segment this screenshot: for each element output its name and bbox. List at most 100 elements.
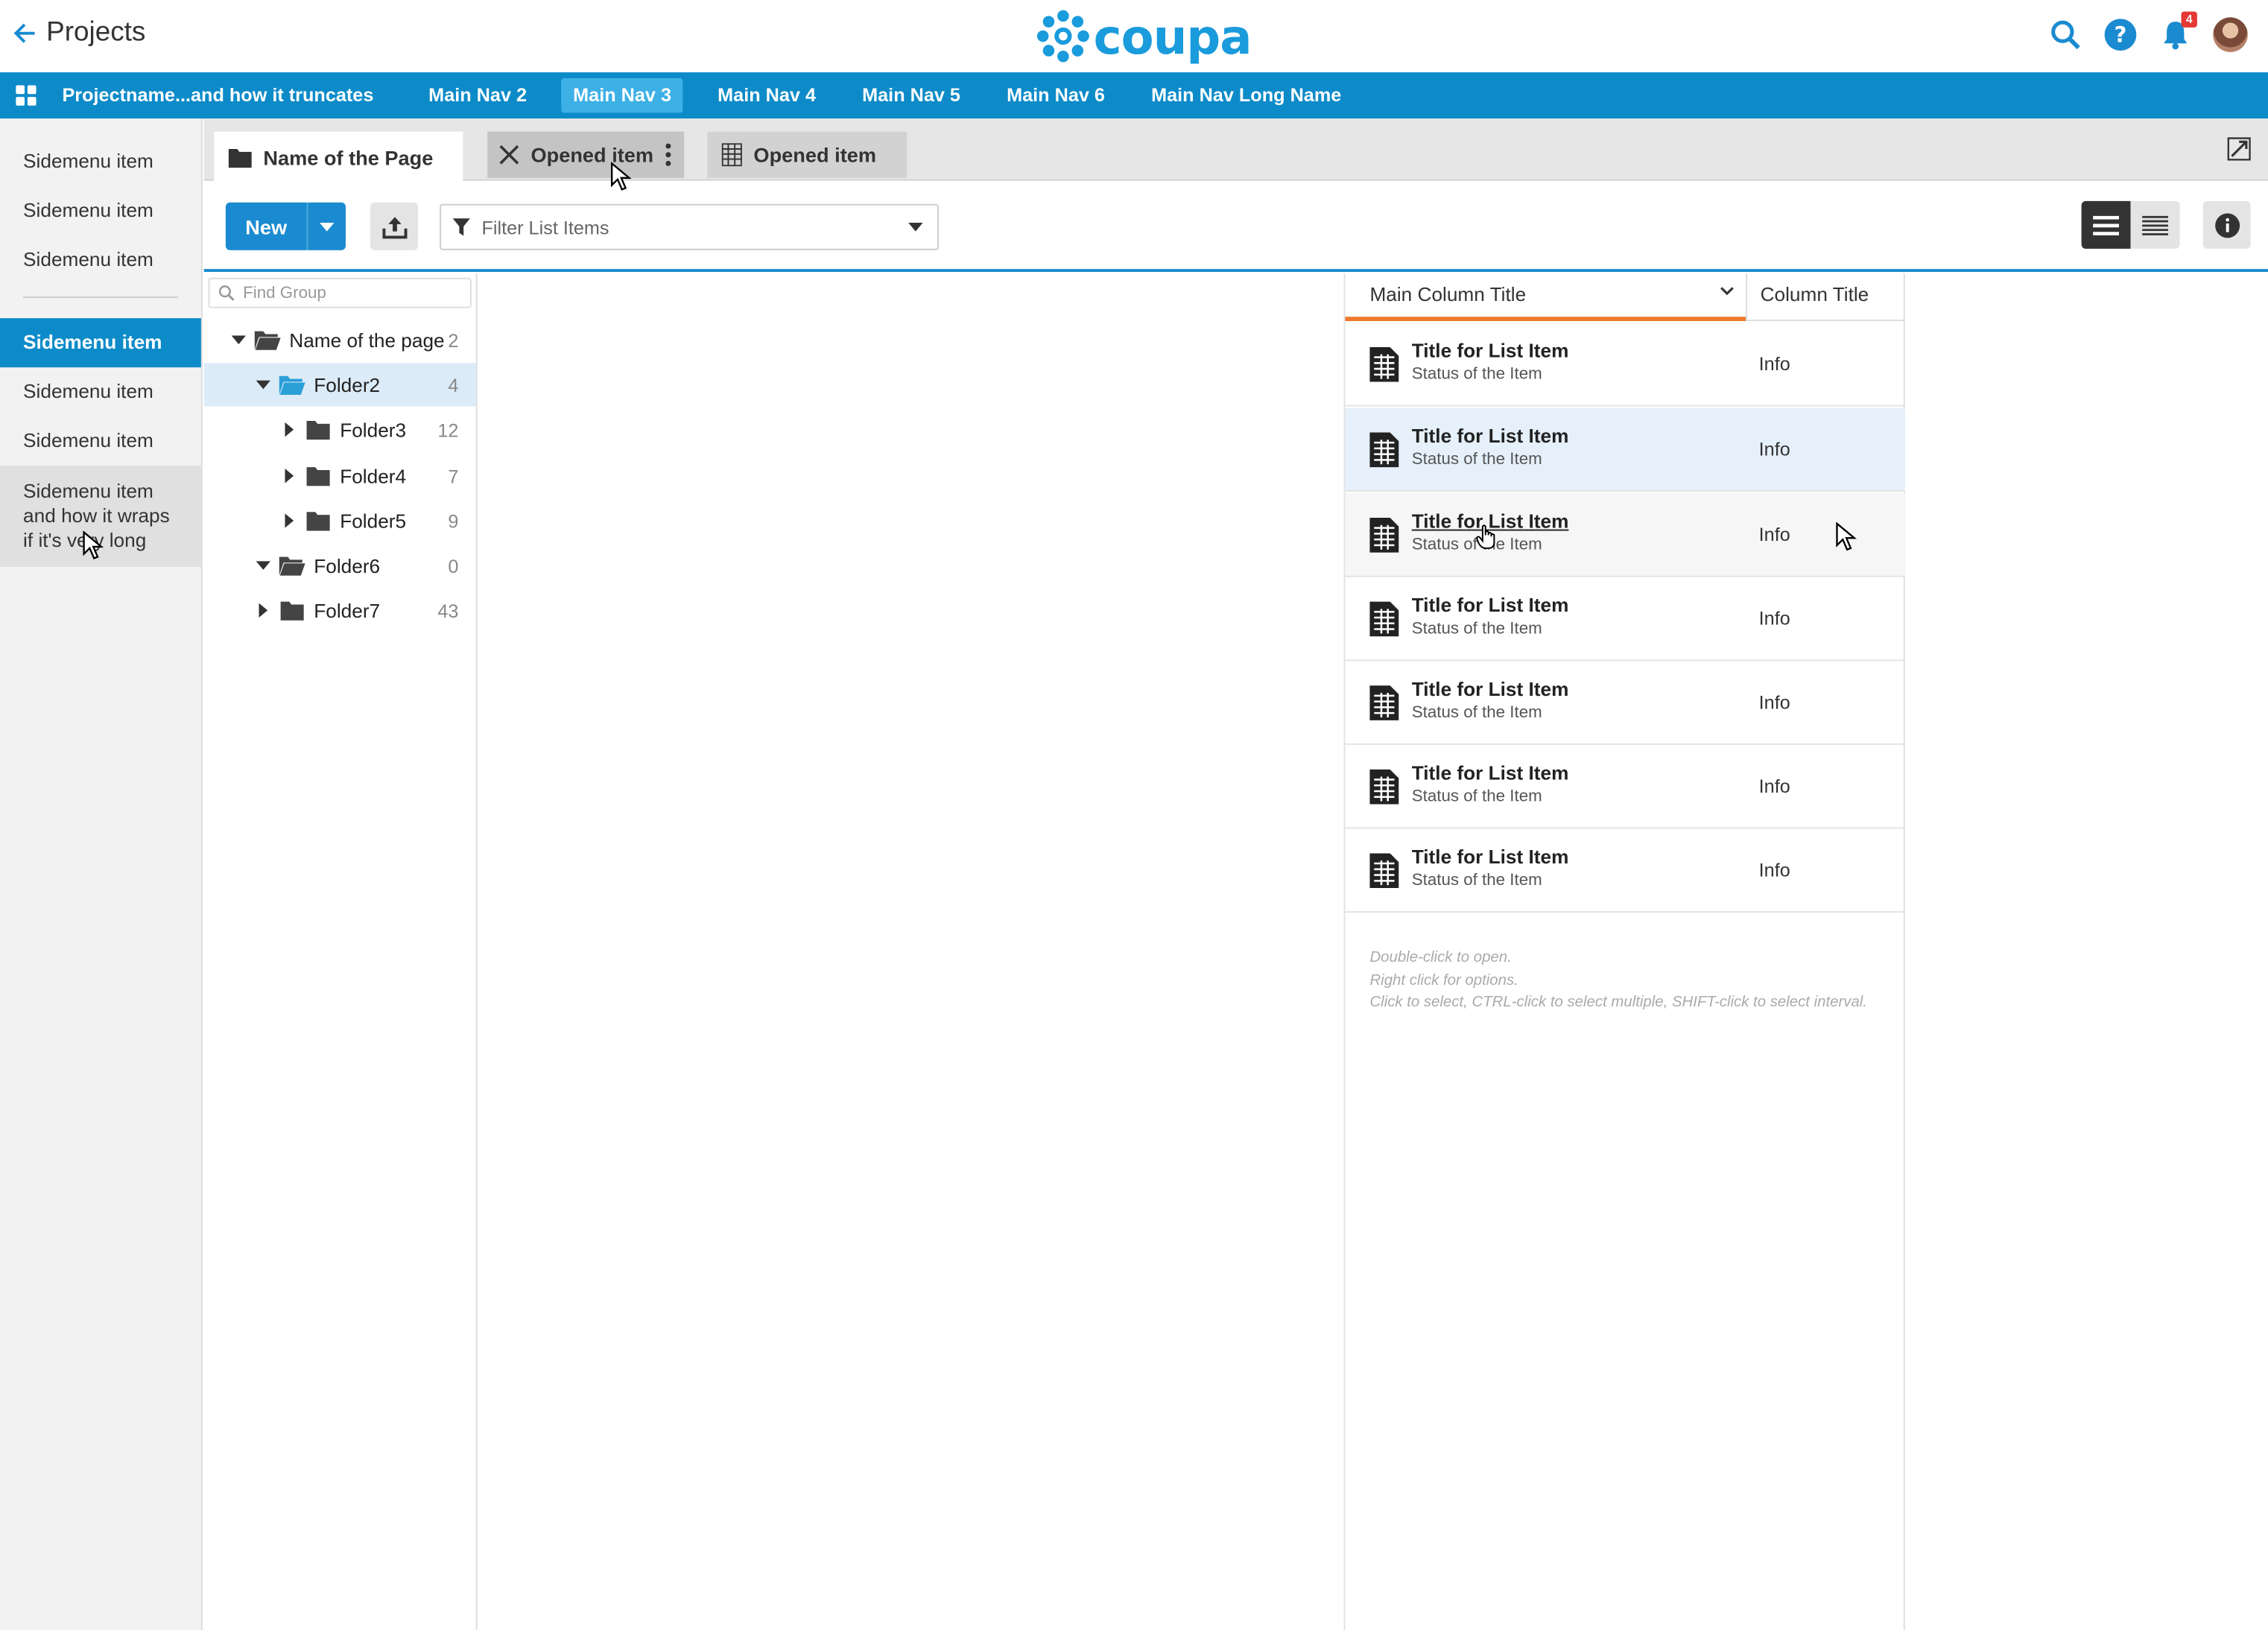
folder-open-icon	[254, 331, 281, 350]
apps-grid-icon[interactable]	[0, 72, 52, 118]
main-nav-6[interactable]: Main Nav 6	[995, 78, 1117, 113]
list-item-hovered[interactable]: Title for List Item Status of the Item I…	[1345, 493, 1905, 577]
list-item-title[interactable]: Title for List Item	[1412, 510, 1569, 532]
tab-label: Opened item	[530, 143, 654, 167]
sidemenu-item-wrapping[interactable]: Sidemenu item and how it wraps if it's v…	[0, 466, 201, 568]
tree-node[interactable]: Folder7 43	[204, 589, 476, 632]
hint-line: Click to select, CTRL-click to select mu…	[1369, 993, 1868, 1012]
list-item-info: Info	[1758, 859, 1790, 881]
item-list: Main Column Title Column Title Title for…	[1343, 273, 1905, 1630]
tab-opened-item[interactable]: Opened item	[487, 131, 685, 178]
upload-button[interactable]	[370, 202, 419, 250]
list-item[interactable]: Title for List Item Status of the Item I…	[1345, 745, 1905, 829]
notifications-icon[interactable]: 4	[2158, 11, 2197, 52]
list-item-status: Status of the Item	[1411, 536, 1542, 554]
tree-node-label: Folder2	[314, 373, 381, 396]
folder-icon	[306, 467, 330, 486]
sidemenu-item[interactable]: Sidemenu item	[0, 235, 201, 285]
list-item-status: Status of the Item	[1411, 451, 1542, 469]
list-item-title[interactable]: Title for List Item	[1412, 425, 1569, 447]
tree-node[interactable]: Folder3 12	[204, 408, 476, 451]
tree-node-label: Folder5	[340, 510, 407, 532]
caret-down-icon[interactable]	[253, 375, 273, 395]
coupa-logo[interactable]: coupa	[1036, 7, 1252, 66]
logo-text: coupa	[1093, 7, 1252, 65]
compact-view-button[interactable]	[2130, 200, 2180, 249]
tree-node[interactable]: Folder5 9	[204, 499, 476, 542]
chevron-down-icon[interactable]	[908, 222, 923, 232]
tab-bar: Name of the Page Opened item Opened item	[203, 118, 2268, 183]
folder-icon	[306, 512, 330, 531]
list-item-title[interactable]: Title for List Item	[1412, 679, 1569, 700]
avatar[interactable]	[2213, 17, 2248, 52]
list-item-status: Status of the Item	[1411, 788, 1542, 806]
spreadsheet-icon	[1369, 769, 1399, 805]
help-icon[interactable]: ?	[2103, 17, 2138, 52]
main-nav-4[interactable]: Main Nav 4	[706, 78, 828, 113]
folder-icon	[228, 148, 252, 168]
top-bar: Projects coupa ? 4	[0, 0, 2268, 73]
sidemenu-item[interactable]: Sidemenu item	[0, 416, 201, 466]
maximize-icon[interactable]	[2227, 137, 2251, 161]
main-nav-2[interactable]: Main Nav 2	[417, 78, 539, 113]
spreadsheet-icon	[1369, 432, 1399, 468]
list-icon	[2093, 215, 2120, 235]
tree-node-count: 2	[448, 329, 459, 351]
find-group-input[interactable]: Find Group	[208, 277, 472, 308]
caret-down-icon[interactable]	[253, 556, 273, 576]
main-column-header[interactable]: Main Column Title	[1345, 273, 1746, 321]
list-view-button[interactable]	[2081, 200, 2131, 249]
sidemenu-item[interactable]: Sidemenu item	[0, 137, 201, 186]
folder-icon	[306, 420, 330, 440]
folder-tree: Find Group Name of the page 2 Folder2 4 …	[203, 273, 478, 1630]
tree-node-selected[interactable]: Folder2 4	[203, 363, 476, 407]
list-item[interactable]: Title for List Item Status of the Item I…	[1345, 828, 1905, 913]
list-item[interactable]: Title for List Item Status of the Item I…	[1345, 323, 1905, 407]
tree-node-label: Folder3	[340, 419, 407, 441]
list-item-selected[interactable]: Title for List Item Status of the Item I…	[1345, 408, 1905, 492]
list-item-info: Info	[1758, 438, 1790, 460]
tree-node[interactable]: Name of the page 2	[204, 318, 476, 361]
caret-right-icon[interactable]	[279, 466, 300, 486]
caret-right-icon[interactable]	[279, 419, 300, 440]
main-nav-5[interactable]: Main Nav 5	[851, 78, 972, 113]
new-button[interactable]: New	[225, 202, 346, 250]
info-button[interactable]	[2202, 200, 2251, 249]
tree-node-count: 12	[437, 419, 459, 441]
tab-opened-item-2[interactable]: Opened item	[707, 131, 907, 178]
caret-down-icon[interactable]	[229, 330, 249, 350]
column-header[interactable]: Column Title	[1746, 273, 1905, 321]
caret-right-icon[interactable]	[253, 600, 273, 621]
chevron-down-icon[interactable]	[1720, 286, 1734, 296]
tab-page[interactable]: Name of the Page	[214, 131, 463, 183]
list-item-title[interactable]: Title for List Item	[1412, 846, 1569, 868]
spreadsheet-icon	[1369, 601, 1399, 637]
sidemenu-item-active[interactable]: Sidemenu item	[0, 318, 201, 368]
back-link[interactable]: Projects	[12, 17, 146, 49]
spreadsheet-icon	[1369, 346, 1399, 382]
filter-input[interactable]: Filter List Items	[440, 203, 939, 250]
main-nav-3[interactable]: Main Nav 3	[561, 77, 683, 113]
hint-line: Right click for options.	[1369, 971, 1518, 989]
sidemenu-item[interactable]: Sidemenu item	[0, 186, 201, 235]
tree-node[interactable]: Folder6 0	[204, 544, 476, 587]
main-nav-project[interactable]: Projectname...and how it truncates	[51, 78, 385, 113]
back-label: Projects	[46, 17, 146, 48]
more-vertical-icon[interactable]	[665, 143, 671, 166]
caret-right-icon[interactable]	[279, 510, 300, 530]
info-icon	[2214, 212, 2240, 238]
toolbar: New Filter List Items	[203, 180, 2268, 272]
chevron-down-icon[interactable]	[306, 202, 346, 250]
search-icon[interactable]	[2048, 17, 2083, 52]
view-toggle	[2081, 200, 2180, 249]
list-item-title[interactable]: Title for List Item	[1412, 340, 1569, 361]
list-item-title[interactable]: Title for List Item	[1412, 762, 1569, 784]
list-item-title[interactable]: Title for List Item	[1412, 594, 1569, 616]
main-nav-long-name[interactable]: Main Nav Long Name	[1140, 78, 1353, 113]
close-icon[interactable]	[499, 145, 519, 165]
list-item[interactable]: Title for List Item Status of the Item I…	[1345, 661, 1905, 745]
list-item[interactable]: Title for List Item Status of the Item I…	[1345, 577, 1905, 662]
sidemenu-item[interactable]: Sidemenu item	[0, 367, 201, 416]
tree-node[interactable]: Folder4 7	[204, 454, 476, 498]
arrow-left-icon	[13, 23, 35, 43]
